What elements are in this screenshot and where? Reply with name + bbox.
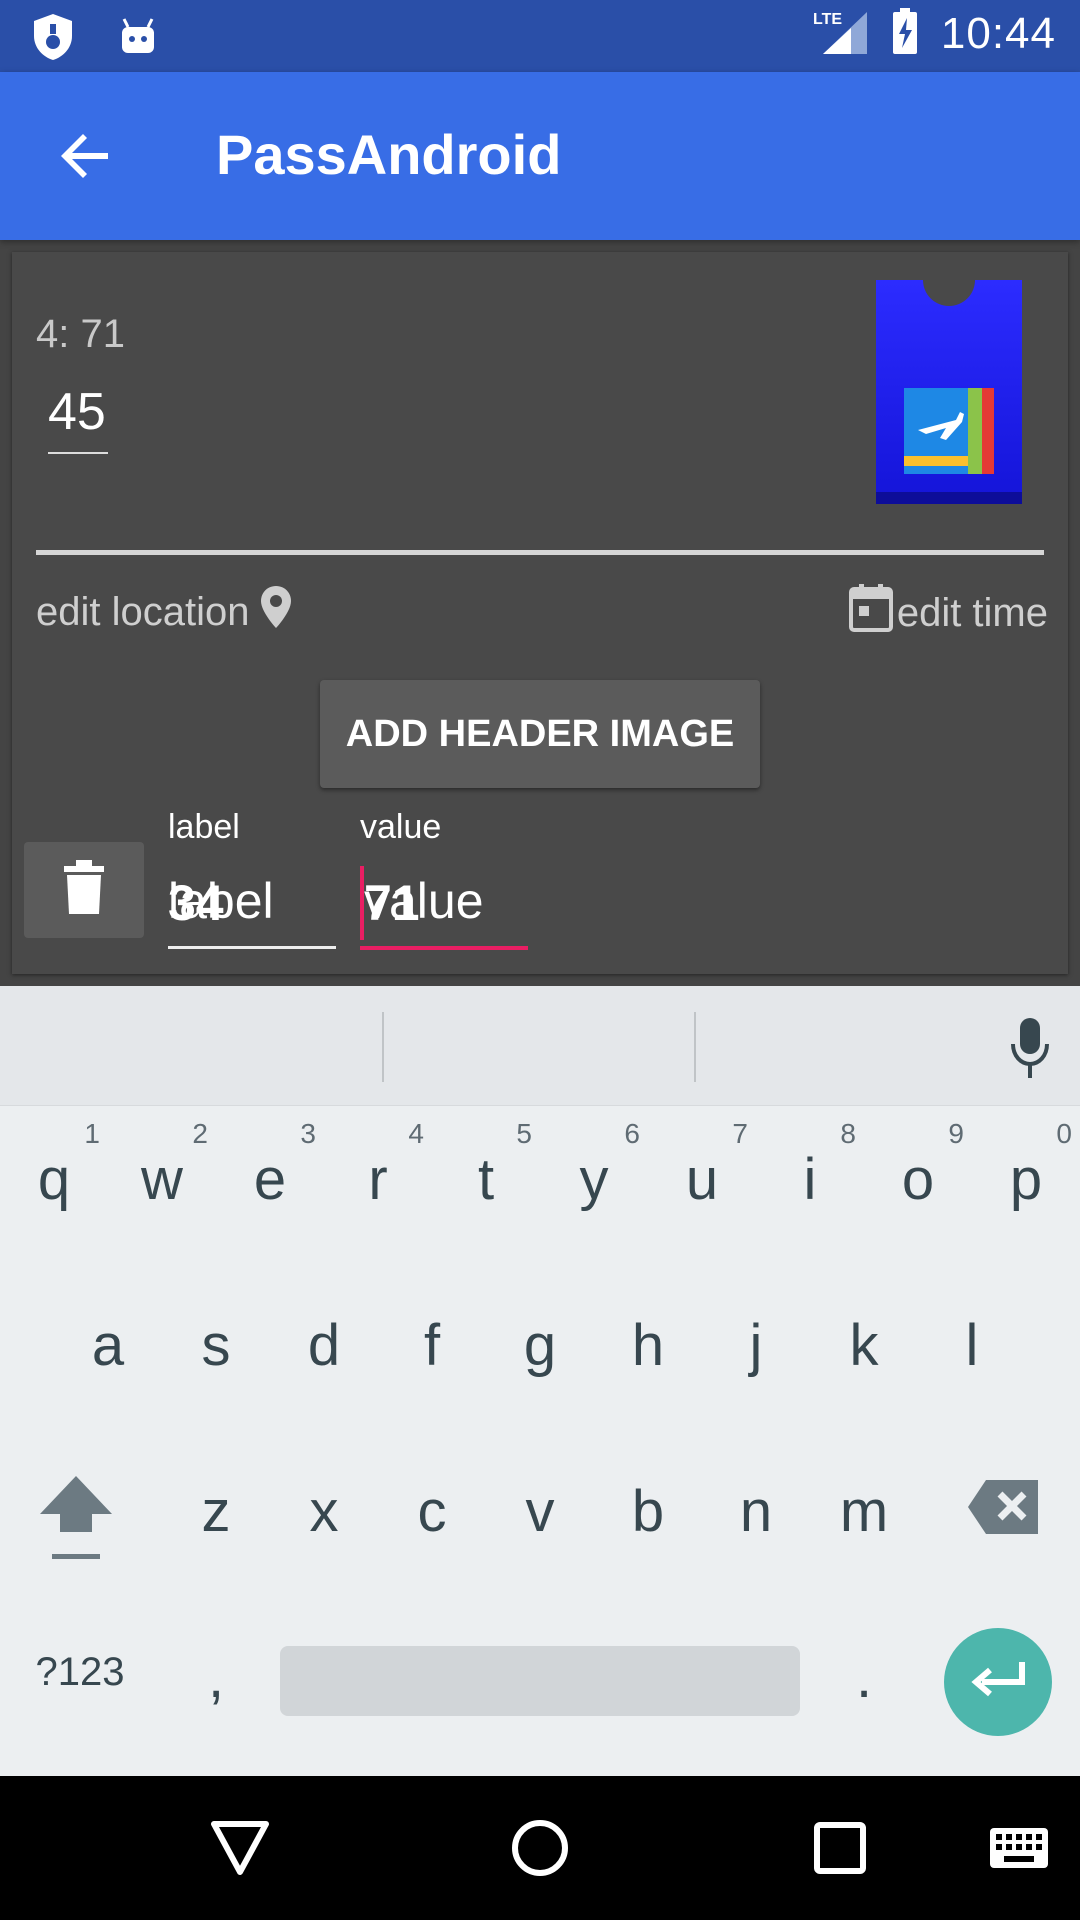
suggestion-separator xyxy=(382,1012,384,1082)
key-e[interactable]: 3e xyxy=(216,1106,324,1236)
delete-field-button[interactable] xyxy=(24,842,144,938)
key-f[interactable]: f xyxy=(378,1272,486,1402)
field-value-input[interactable]: value xyxy=(364,872,484,930)
key-r[interactable]: 4r xyxy=(324,1106,432,1236)
status-bar: LTE 10:44 xyxy=(0,0,1080,72)
home-circle-icon[interactable] xyxy=(510,1818,570,1882)
recents-square-icon[interactable] xyxy=(814,1822,866,1878)
app-title: PassAndroid xyxy=(216,123,562,186)
field-value-underline xyxy=(360,946,528,950)
microphone-icon[interactable] xyxy=(1010,1016,1050,1080)
comma-key[interactable]: , xyxy=(162,1604,270,1734)
lte-signal-icon: LTE xyxy=(813,8,869,60)
space-bar[interactable] xyxy=(280,1646,800,1716)
app-bar: PassAndroid xyxy=(0,72,1080,240)
edit-location-button[interactable]: edit location xyxy=(36,584,293,640)
period-key[interactable]: . xyxy=(810,1604,918,1734)
key-h[interactable]: h xyxy=(594,1272,702,1402)
card-divider xyxy=(36,550,1044,555)
android-debug-icon xyxy=(118,17,158,61)
key-s[interactable]: s xyxy=(162,1272,270,1402)
field-label-input[interactable]: label xyxy=(168,872,274,930)
shift-key[interactable] xyxy=(20,1438,140,1568)
key-u[interactable]: 7u xyxy=(648,1106,756,1236)
key-l[interactable]: l xyxy=(918,1272,1026,1402)
enter-key[interactable] xyxy=(944,1628,1052,1736)
svg-text:LTE: LTE xyxy=(813,11,842,28)
key-m[interactable]: m xyxy=(810,1438,918,1568)
edit-location-label: edit location xyxy=(36,589,250,634)
trash-icon xyxy=(62,860,106,920)
field-small-label: 4: 71 xyxy=(36,312,125,356)
key-z[interactable]: z xyxy=(162,1438,270,1568)
primary-value-underline xyxy=(48,452,108,454)
key-o[interactable]: 9o xyxy=(864,1106,972,1236)
key-g[interactable]: g xyxy=(486,1272,594,1402)
key-a[interactable]: a xyxy=(54,1272,162,1402)
suggestion-strip xyxy=(0,986,1080,1106)
primary-value-input[interactable]: 45 xyxy=(48,382,106,442)
key-b[interactable]: b xyxy=(594,1438,702,1568)
pass-edit-card: 4: 71 45 edit location edit time ADD HEA… xyxy=(12,252,1068,974)
soft-keyboard: 1q 2w 3e 4r 5t 6y 7u 8i 9o 0p a s d f g … xyxy=(0,986,1080,1776)
keyboard-switch-icon[interactable] xyxy=(988,1826,1050,1874)
edit-time-label: edit time xyxy=(896,590,1048,635)
key-y[interactable]: 6y xyxy=(540,1106,648,1236)
key-w[interactable]: 2w xyxy=(108,1106,216,1236)
calendar-icon xyxy=(848,584,893,642)
field-label-underline xyxy=(168,946,336,949)
edit-time-button[interactable]: edit time xyxy=(848,584,1048,642)
key-q[interactable]: 1q xyxy=(0,1106,108,1236)
back-arrow-icon[interactable] xyxy=(56,126,116,186)
symbols-key[interactable]: ?123 xyxy=(20,1604,140,1734)
back-triangle-icon[interactable] xyxy=(210,1820,270,1880)
enter-arrow-icon xyxy=(968,1660,1028,1704)
field-value-caption: value xyxy=(360,808,442,846)
key-k[interactable]: k xyxy=(810,1272,918,1402)
add-header-image-button[interactable]: ADD HEADER IMAGE xyxy=(320,680,760,788)
key-d[interactable]: d xyxy=(270,1272,378,1402)
key-c[interactable]: c xyxy=(378,1438,486,1568)
key-p[interactable]: 0p xyxy=(972,1106,1080,1236)
key-i[interactable]: 8i xyxy=(756,1106,864,1236)
key-t[interactable]: 5t xyxy=(432,1106,540,1236)
field-label-caption: label xyxy=(168,808,240,846)
pass-icon[interactable] xyxy=(876,254,1022,504)
backspace-key[interactable] xyxy=(950,1438,1060,1568)
key-n[interactable]: n xyxy=(702,1438,810,1568)
key-j[interactable]: j xyxy=(702,1272,810,1402)
key-x[interactable]: x xyxy=(270,1438,378,1568)
battery-charging-icon xyxy=(891,8,919,60)
navigation-bar xyxy=(0,1776,1080,1920)
status-time: 10:44 xyxy=(940,9,1056,58)
location-pin-icon xyxy=(259,584,293,640)
suggestion-separator xyxy=(694,1012,696,1082)
vpn-shield-icon xyxy=(30,12,76,66)
key-v[interactable]: v xyxy=(486,1438,594,1568)
